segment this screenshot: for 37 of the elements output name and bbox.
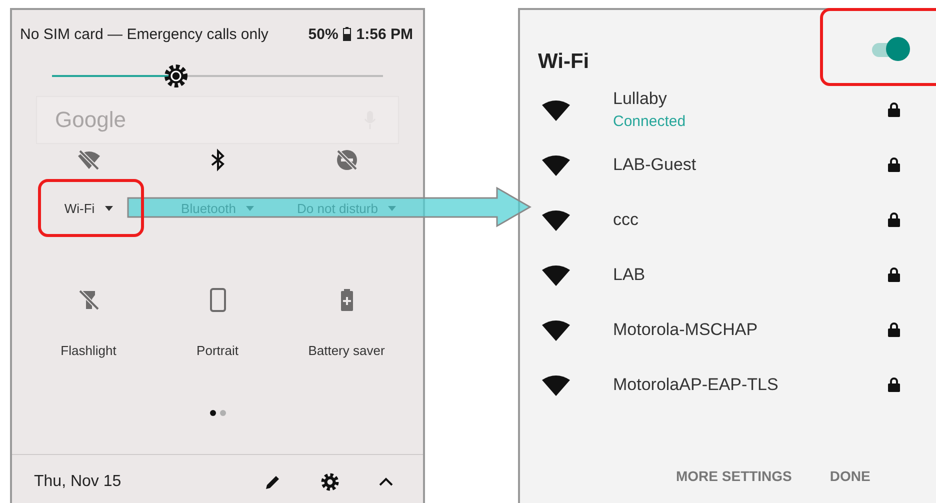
settings-icon[interactable] (321, 473, 339, 491)
wifi-signal-icon (542, 264, 570, 286)
network-name[interactable]: MotorolaAP-EAP-TLS (613, 374, 863, 394)
wifi-signal-icon (542, 374, 570, 396)
carrier-text: No SIM card — Emergency calls only (20, 26, 268, 42)
dialog-button[interactable]: MORE SETTINGS (670, 460, 798, 492)
date-text: Thu, Nov 15 (34, 473, 122, 491)
wifi-signal-icon (542, 98, 570, 120)
brightness-thumb-icon[interactable] (164, 64, 188, 88)
network-name[interactable]: LAB (613, 264, 863, 284)
do-not-disturb-icon[interactable] (334, 148, 358, 172)
flashlight-icon[interactable] (76, 288, 100, 312)
network-status: Connected (613, 113, 687, 130)
caret-up-icon[interactable] (379, 477, 393, 487)
page-dot[interactable] (220, 410, 226, 416)
dialog-button[interactable]: DONE (824, 460, 876, 492)
wifi-signal-icon (542, 154, 570, 176)
page-dot[interactable] (210, 410, 216, 416)
wifi-signal-icon (542, 208, 570, 230)
tile-label[interactable]: Battery saver (308, 343, 385, 358)
clock-time: 1:56 PM (356, 26, 413, 42)
dropdown-caret-icon[interactable] (104, 206, 113, 211)
wifi-icon[interactable] (76, 148, 100, 172)
wifi-toggle[interactable] (870, 37, 910, 63)
network-name[interactable]: ccc (613, 210, 863, 230)
network-name[interactable]: Lullaby (613, 89, 863, 109)
tile-label[interactable]: Wi-Fi (64, 201, 95, 216)
tile-label[interactable]: Flashlight (60, 343, 116, 358)
network-name[interactable]: Motorola-MSCHAP (613, 320, 863, 340)
network-name[interactable]: LAB-Guest (613, 154, 863, 174)
battery-icon (343, 27, 352, 41)
dialog-title: Wi-Fi (538, 50, 590, 74)
search-placeholder: Google (55, 107, 126, 133)
wifi-signal-icon (542, 318, 570, 340)
pencil-icon[interactable] (265, 474, 281, 490)
battery-percent: 50% (308, 26, 338, 42)
tile-label[interactable]: Portrait (196, 343, 238, 358)
